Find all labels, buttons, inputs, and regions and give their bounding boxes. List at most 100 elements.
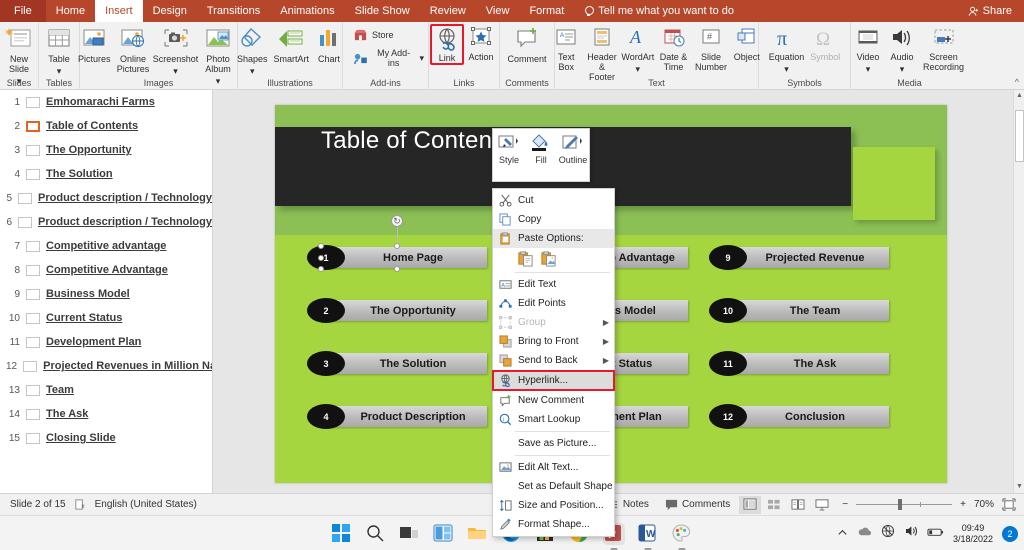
toc-item[interactable]: 11 The Ask <box>709 351 889 376</box>
outline-row[interactable]: 14 The Ask <box>0 402 212 426</box>
table-button[interactable]: Table ▾ <box>42 24 76 76</box>
toc-item-selected[interactable]: 1 Home Page ↻ <box>307 215 487 272</box>
chart-button[interactable]: Chart <box>312 24 346 64</box>
file-explorer-icon[interactable] <box>467 523 489 545</box>
zoom-out-button[interactable]: − <box>834 499 856 510</box>
outline-row[interactable]: 9 Business Model <box>0 282 212 306</box>
fit-slide-to-window-button[interactable] <box>994 498 1024 511</box>
slide-thumbnail[interactable] <box>26 264 40 276</box>
context-menu-item-edit-points[interactable]: Edit Points <box>493 294 614 313</box>
outline-row[interactable]: 6 Product description / Technology <box>0 210 212 234</box>
slide-thumbnail[interactable] <box>26 432 40 444</box>
scrollbar-thumb[interactable] <box>1015 110 1024 162</box>
scroll-down-arrow[interactable]: ▼ <box>1014 481 1024 493</box>
scroll-up-arrow[interactable]: ▲ <box>1014 90 1024 102</box>
action-button[interactable]: Action <box>464 24 498 62</box>
toc-item[interactable]: 4 Product Description <box>307 404 487 429</box>
slide-thumbnail[interactable] <box>26 120 40 132</box>
context-menu-item-cut[interactable]: Cut <box>493 191 614 210</box>
tab-home[interactable]: Home <box>46 0 95 22</box>
store-button[interactable]: Store <box>349 24 398 45</box>
outline-row[interactable]: 11 Development Plan <box>0 330 212 354</box>
toc-item[interactable]: 9 Projected Revenue <box>709 245 889 270</box>
video-button[interactable]: Video ▾ <box>851 24 885 74</box>
collapse-ribbon-button[interactable]: ^ <box>1015 77 1019 87</box>
rotate-handle[interactable]: ↻ <box>391 215 403 227</box>
tab-slide-show[interactable]: Slide Show <box>345 0 420 22</box>
dropdown-caret[interactable]: ▾ <box>250 66 255 76</box>
comment-button[interactable]: Comment <box>504 24 549 64</box>
dropdown-caret[interactable]: ▾ <box>636 64 641 74</box>
tab-view[interactable]: View <box>476 0 520 22</box>
slide-thumbnail[interactable] <box>18 192 33 204</box>
my-addins-button[interactable]: My Add-ins ▾ <box>349 45 428 71</box>
language-indicator[interactable]: English (United States) <box>95 499 197 510</box>
slide-outline-pane[interactable]: 1 Emhomarachi Farms 2 Table of Contents … <box>0 90 212 493</box>
zoom-in-button[interactable]: + <box>952 499 974 510</box>
date-time-button[interactable]: Date & Time <box>655 24 692 72</box>
context-menu-item-group[interactable]: Group ▶ <box>493 313 614 332</box>
link-button[interactable]: Link <box>430 24 464 65</box>
word-icon[interactable]: W <box>637 523 659 545</box>
paste-options-row[interactable] <box>493 248 614 270</box>
comments-button[interactable]: Comments <box>657 498 738 511</box>
outline-row-current[interactable]: 2 Table of Contents <box>0 114 212 138</box>
context-menu-item-edit-text[interactable]: A Edit Text <box>493 275 614 294</box>
shapes-button[interactable]: Shapes ▾ <box>234 24 271 76</box>
outline-row[interactable]: 1 Emhomarachi Farms <box>0 90 212 114</box>
dropdown-caret[interactable]: ▾ <box>419 53 424 63</box>
outline-row[interactable]: 8 Competitive Advantage <box>0 258 212 282</box>
spell-check-icon[interactable]: x <box>66 498 95 511</box>
selection-handle-bl[interactable] <box>318 266 324 272</box>
header-footer-button[interactable]: Header & Footer <box>583 24 620 82</box>
toc-item[interactable]: 12 Conclusion <box>709 404 889 429</box>
outline-row[interactable]: 15 Closing Slide <box>0 426 212 450</box>
smartart-button[interactable]: SmartArt <box>271 24 313 64</box>
vertical-scrollbar[interactable]: ▲ ▼ <box>1013 90 1024 493</box>
task-view-icon[interactable] <box>399 523 421 545</box>
reading-view-button[interactable] <box>787 496 809 514</box>
show-hidden-icons-chevron[interactable] <box>837 525 848 543</box>
outline-row[interactable]: 4 The Solution <box>0 162 212 186</box>
zoom-slider-thumb[interactable] <box>898 499 903 510</box>
context-menu[interactable]: Cut Copy Paste Options: A Edit Text Edit… <box>492 188 615 537</box>
dropdown-caret[interactable]: ▾ <box>900 64 905 74</box>
screenshot-button[interactable]: Screenshot ▾ <box>153 24 198 76</box>
zoom-slider[interactable] <box>856 499 953 511</box>
audio-button[interactable]: Audio ▾ <box>885 24 919 74</box>
tell-me-search[interactable]: Tell me what you want to do <box>574 0 744 22</box>
slide-thumbnail[interactable] <box>26 168 40 180</box>
paste-picture-icon[interactable] <box>540 250 557 267</box>
context-menu-item-edit-alt-text[interactable]: Edit Alt Text... <box>493 458 614 477</box>
fill-button[interactable]: Fill <box>526 133 556 165</box>
slide-sorter-button[interactable] <box>763 496 785 514</box>
text-box-button[interactable]: A Text Box <box>549 24 583 72</box>
outline-row[interactable]: 3 The Opportunity <box>0 138 212 162</box>
toc-item[interactable]: 3 The Solution <box>307 351 487 376</box>
online-pictures-button[interactable]: Online Pictures <box>111 24 154 74</box>
selection-handle-ml[interactable] <box>318 255 324 261</box>
dropdown-caret[interactable]: ▾ <box>866 64 871 74</box>
slide-thumbnail[interactable] <box>23 360 38 372</box>
context-menu-item-set-default-shape[interactable]: Set as Default Shape <box>493 477 614 496</box>
context-menu-item-send-to-back[interactable]: Send to Back ▶ <box>493 351 614 370</box>
slide-thumbnail[interactable] <box>26 144 40 156</box>
tab-file[interactable]: File <box>0 0 46 22</box>
tab-transitions[interactable]: Transitions <box>197 0 270 22</box>
dropdown-caret[interactable]: ▾ <box>173 66 178 76</box>
slide-thumbnail[interactable] <box>26 384 40 396</box>
context-menu-item-hyperlink[interactable]: Hyperlink... <box>492 370 615 391</box>
onedrive-icon[interactable] <box>857 525 872 543</box>
paint-icon[interactable] <box>671 523 693 545</box>
outline-row[interactable]: 7 Competitive advantage <box>0 234 212 258</box>
slide-thumbnail[interactable] <box>26 408 40 420</box>
context-menu-item-copy[interactable]: Copy <box>493 210 614 229</box>
wordart-button[interactable]: A WordArt ▾ <box>621 24 655 74</box>
tab-design[interactable]: Design <box>143 0 197 22</box>
share-button[interactable]: Share <box>962 0 1018 22</box>
dropdown-caret[interactable]: ▾ <box>784 64 789 74</box>
slide-thumbnail[interactable] <box>26 312 40 324</box>
tab-format[interactable]: Format <box>519 0 574 22</box>
slide-thumbnail[interactable] <box>18 216 33 228</box>
outline-row[interactable]: 12 Projected Revenues in Million Naira <box>0 354 212 378</box>
